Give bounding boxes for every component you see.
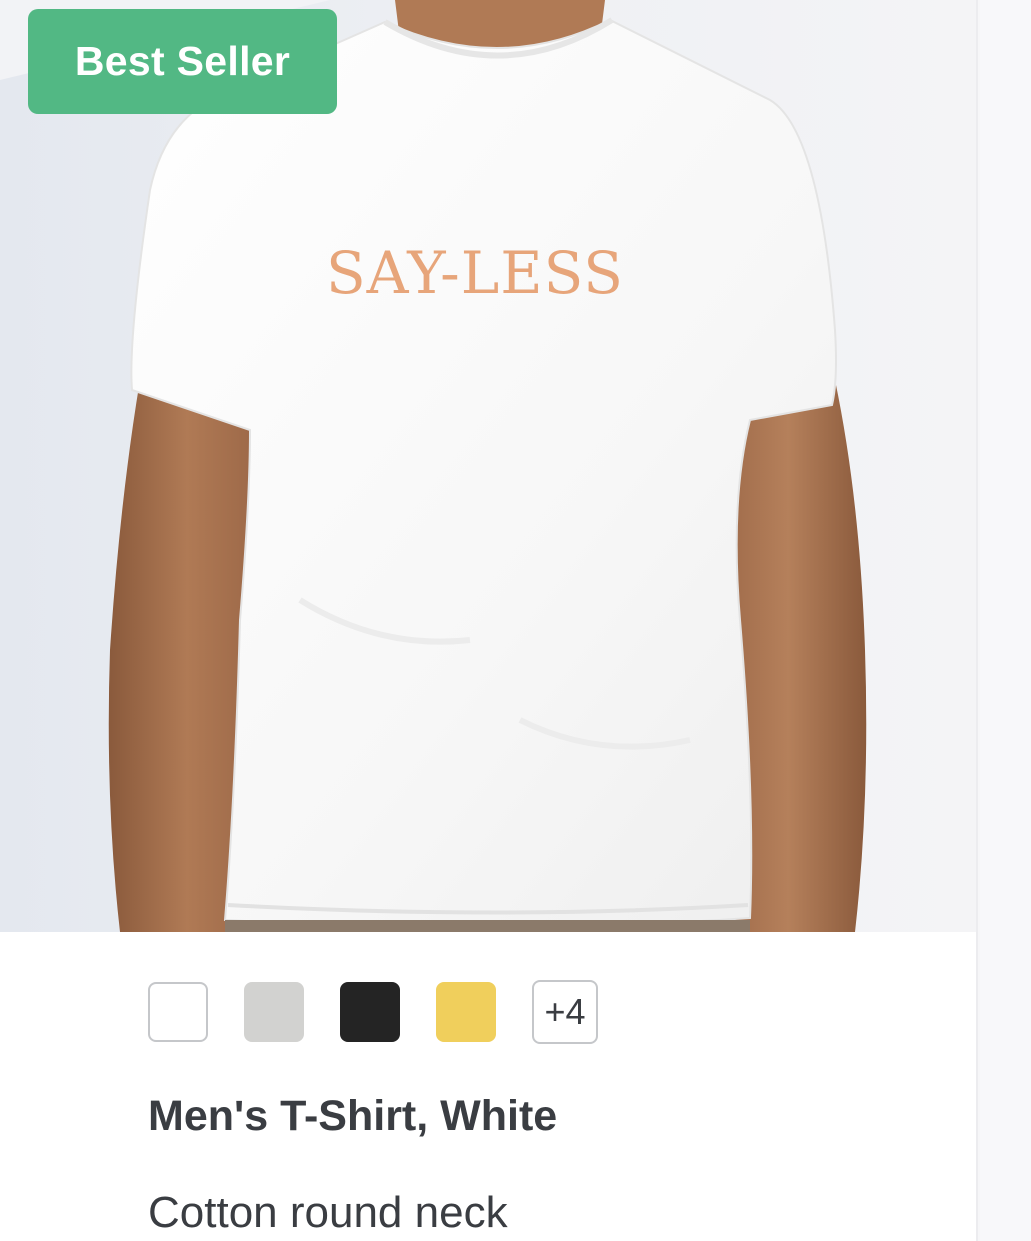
tshirt-model-photo — [0, 0, 976, 932]
adjacent-card-edge — [980, 0, 1031, 1241]
swatch-black[interactable] — [340, 982, 400, 1042]
swatch-yellow[interactable] — [436, 982, 496, 1042]
product-title[interactable]: Men's T-Shirt, White — [148, 1092, 557, 1141]
best-seller-badge: Best Seller — [28, 9, 337, 114]
more-colors-button[interactable]: +4 — [532, 980, 598, 1044]
shirt-print-text: SAY-LESS — [325, 239, 625, 307]
swatch-grey[interactable] — [244, 982, 304, 1042]
swatch-white[interactable] — [148, 982, 208, 1042]
product-info: +4 Men's T-Shirt, White Cotton round nec… — [0, 932, 976, 1241]
product-page: SAY-LESS Best Seller +4 Men's T-Shirt, W… — [0, 0, 1031, 1241]
product-subtitle: Cotton round neck — [148, 1188, 508, 1237]
product-card[interactable]: SAY-LESS Best Seller +4 Men's T-Shirt, W… — [0, 0, 978, 1241]
product-image[interactable]: SAY-LESS Best Seller — [0, 0, 976, 932]
